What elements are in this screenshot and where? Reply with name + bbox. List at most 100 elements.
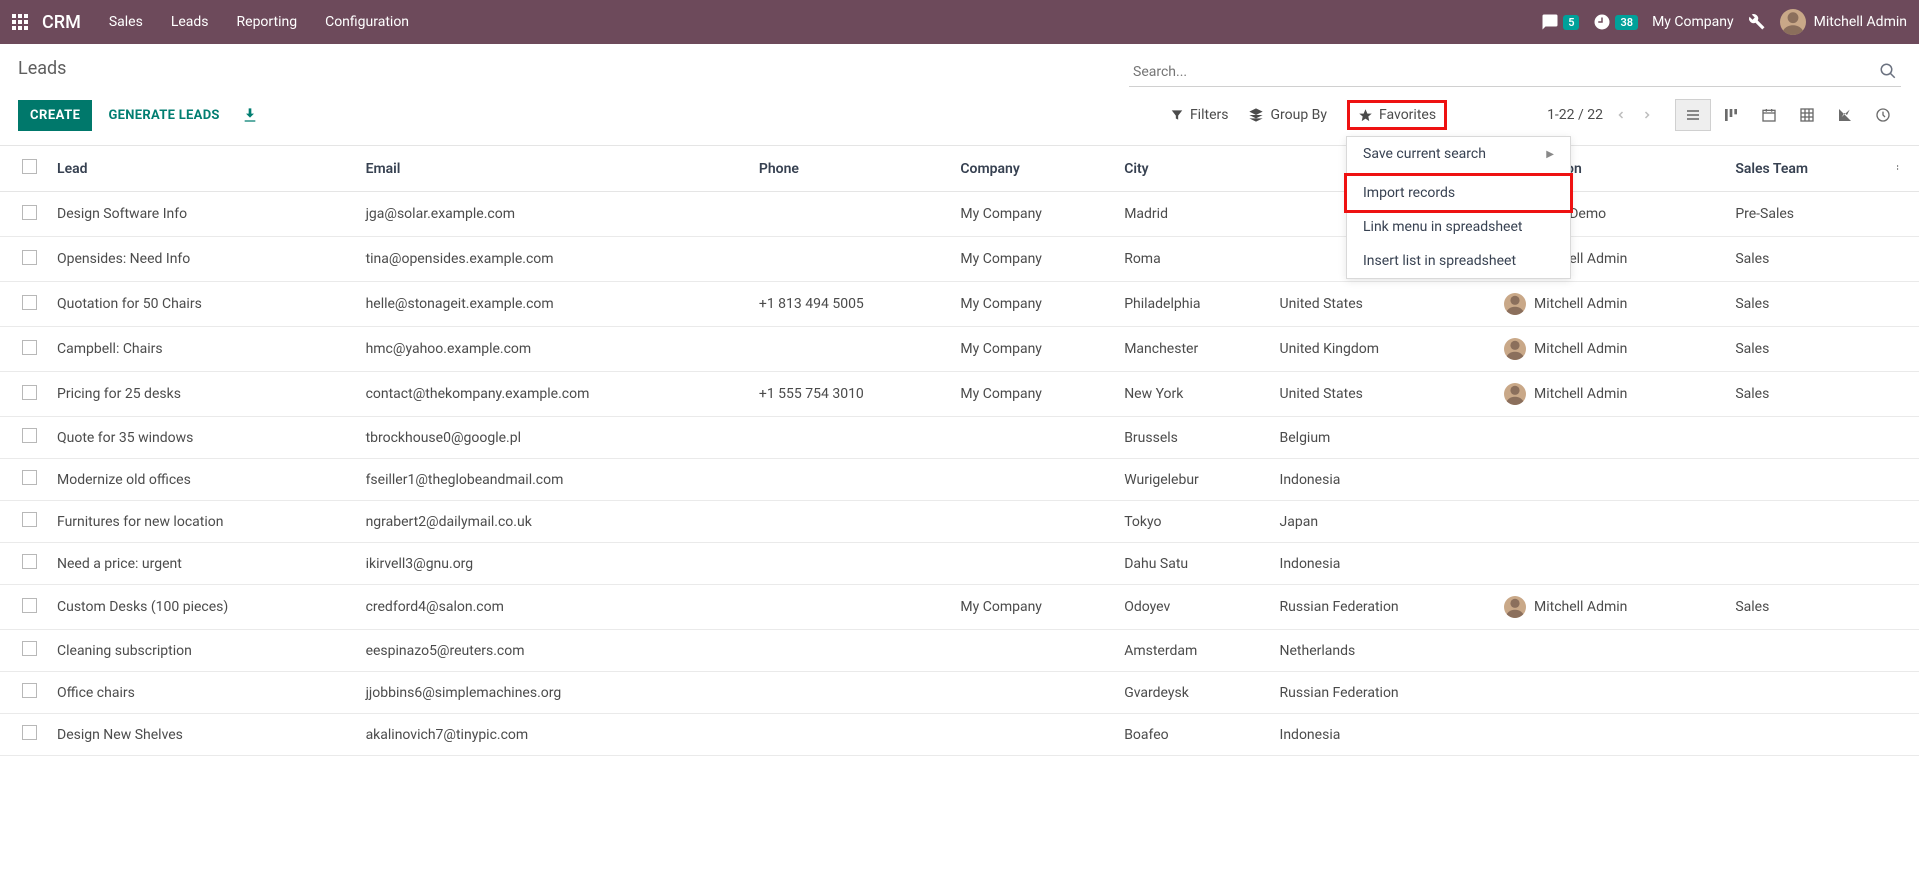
cell-salesperson: Mitchell Admin (1494, 372, 1725, 417)
company-switcher[interactable]: My Company (1652, 14, 1734, 30)
cell-company: My Company (950, 192, 1114, 237)
cell-country: Russian Federation (1270, 585, 1494, 630)
activity-view-icon[interactable] (1865, 99, 1901, 131)
nav-leads[interactable]: Leads (171, 14, 209, 30)
pivot-view-icon[interactable] (1789, 99, 1825, 131)
cell-lead: Opensides: Need Info (47, 237, 356, 282)
options-icon[interactable] (1885, 163, 1901, 175)
cell-company (950, 501, 1114, 543)
nav-reporting[interactable]: Reporting (237, 14, 298, 30)
dd-insert-spreadsheet[interactable]: Insert list in spreadsheet (1347, 244, 1570, 278)
row-checkbox[interactable] (22, 512, 37, 527)
table-row[interactable]: Modernize old officesfseiller1@theglobea… (0, 459, 1919, 501)
page-title: Leads (18, 58, 66, 79)
cell-city: Madrid (1114, 192, 1269, 237)
col-city[interactable]: City (1114, 146, 1269, 192)
table-row[interactable]: Pricing for 25 deskscontact@thekompany.e… (0, 372, 1919, 417)
cell-salesperson (1494, 714, 1725, 756)
table-row[interactable]: Opensides: Need Infotina@opensides.examp… (0, 237, 1919, 282)
row-checkbox[interactable] (22, 554, 37, 569)
favorites-button[interactable]: Favorites (1347, 100, 1447, 130)
table-row[interactable]: Campbell: Chairshmc@yahoo.example.comMy … (0, 327, 1919, 372)
apps-icon[interactable] (12, 14, 28, 30)
calendar-view-icon[interactable] (1751, 99, 1787, 131)
search-area (1129, 58, 1901, 87)
cell-phone (749, 417, 951, 459)
salesperson-avatar (1504, 596, 1526, 618)
leads-table: Lead Email Phone Company City Salesperso… (0, 145, 1919, 756)
cell-lead: Cleaning subscription (47, 630, 356, 672)
col-company[interactable]: Company (950, 146, 1114, 192)
table-row[interactable]: Quote for 35 windowstbrockhouse0@google.… (0, 417, 1919, 459)
groupby-button[interactable]: Group By (1248, 107, 1327, 123)
cell-company (950, 459, 1114, 501)
cell-city: Philadelphia (1114, 282, 1269, 327)
table-row[interactable]: Cleaning subscriptioneespinazo5@reuters.… (0, 630, 1919, 672)
cell-salesteam: Pre-Sales (1725, 192, 1875, 237)
pager-text[interactable]: 1-22 / 22 (1547, 107, 1603, 123)
subheader: Leads (0, 44, 1919, 87)
row-checkbox[interactable] (22, 725, 37, 740)
table-row[interactable]: Need a price: urgentikirvell3@gnu.orgDah… (0, 543, 1919, 585)
cell-salesteam (1725, 714, 1875, 756)
filters-button[interactable]: Filters (1170, 107, 1229, 123)
row-checkbox[interactable] (22, 385, 37, 400)
col-email[interactable]: Email (356, 146, 749, 192)
row-checkbox[interactable] (22, 598, 37, 613)
row-checkbox[interactable] (22, 428, 37, 443)
row-checkbox[interactable] (22, 470, 37, 485)
cell-phone (749, 714, 951, 756)
activity-icon[interactable]: 38 (1593, 13, 1638, 31)
cell-email: hmc@yahoo.example.com (356, 327, 749, 372)
pager-next-icon[interactable] (1639, 107, 1655, 123)
row-checkbox[interactable] (22, 683, 37, 698)
nav-configuration[interactable]: Configuration (325, 14, 409, 30)
list-view-icon[interactable] (1675, 99, 1711, 131)
cell-city: Odoyev (1114, 585, 1269, 630)
dd-import-records[interactable]: Import records (1347, 176, 1570, 210)
dd-save-search[interactable]: Save current search ▶ (1347, 137, 1570, 171)
col-phone[interactable]: Phone (749, 146, 951, 192)
dd-link-spreadsheet[interactable]: Link menu in spreadsheet (1347, 210, 1570, 244)
select-all-checkbox[interactable] (22, 159, 37, 174)
cell-lead: Office chairs (47, 672, 356, 714)
user-name: Mitchell Admin (1814, 14, 1907, 30)
cell-country: United Kingdom (1270, 327, 1494, 372)
nav-links: Sales Leads Reporting Configuration (109, 14, 409, 30)
table-row[interactable]: Quotation for 50 Chairshelle@stonageit.e… (0, 282, 1919, 327)
table-row[interactable]: Furnitures for new locationngrabert2@dai… (0, 501, 1919, 543)
search-input[interactable] (1129, 58, 1901, 87)
table-row[interactable]: Office chairsjjobbins6@simplemachines.or… (0, 672, 1919, 714)
toolbar-right: Filters Group By Favorites Save current … (1170, 99, 1901, 131)
cell-salesperson (1494, 543, 1725, 585)
user-menu[interactable]: Mitchell Admin (1780, 9, 1907, 35)
table-row[interactable]: Design Software Infojga@solar.example.co… (0, 192, 1919, 237)
table-row[interactable]: Design New Shelvesakalinovich7@tinypic.c… (0, 714, 1919, 756)
download-icon[interactable] (242, 107, 258, 123)
chevron-right-icon: ▶ (1546, 149, 1554, 160)
col-lead[interactable]: Lead (47, 146, 356, 192)
col-salesteam[interactable]: Sales Team (1725, 146, 1875, 192)
nav-sales[interactable]: Sales (109, 14, 143, 30)
cell-city: Brussels (1114, 417, 1269, 459)
row-checkbox[interactable] (22, 205, 37, 220)
kanban-view-icon[interactable] (1713, 99, 1749, 131)
generate-leads-button[interactable]: GENERATE LEADS (102, 100, 225, 131)
table-wrap[interactable]: Lead Email Phone Company City Salesperso… (0, 145, 1919, 868)
cell-lead: Design New Shelves (47, 714, 356, 756)
messaging-icon[interactable]: 5 (1541, 13, 1579, 31)
cell-city: Boafeo (1114, 714, 1269, 756)
app-brand[interactable]: CRM (42, 12, 81, 33)
tools-icon[interactable] (1748, 13, 1766, 31)
row-checkbox[interactable] (22, 250, 37, 265)
row-checkbox[interactable] (22, 295, 37, 310)
table-row[interactable]: Custom Desks (100 pieces)credford4@salon… (0, 585, 1919, 630)
cell-phone (749, 327, 951, 372)
row-checkbox[interactable] (22, 340, 37, 355)
row-checkbox[interactable] (22, 641, 37, 656)
create-button[interactable]: CREATE (18, 100, 92, 131)
graph-view-icon[interactable] (1827, 99, 1863, 131)
search-icon[interactable] (1879, 62, 1897, 80)
pager-prev-icon[interactable] (1613, 107, 1629, 123)
cell-email: akalinovich7@tinypic.com (356, 714, 749, 756)
